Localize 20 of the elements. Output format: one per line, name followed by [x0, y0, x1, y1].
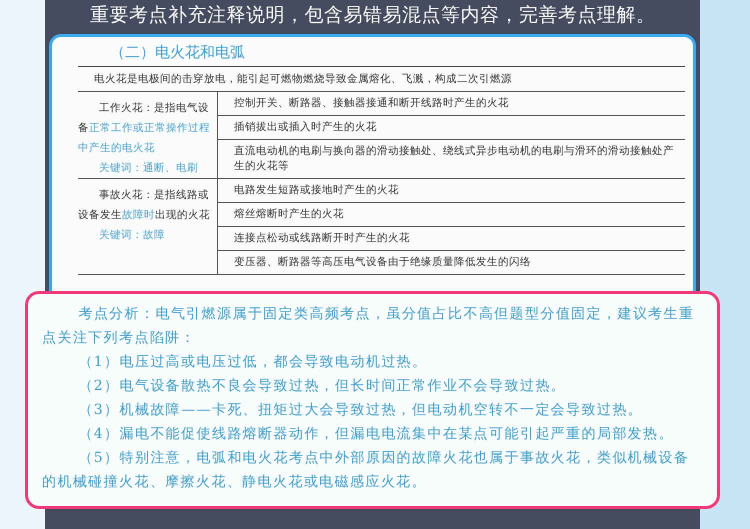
section-title: （二）电火花和电弧: [110, 42, 246, 63]
table-cell: 熔丝熔断时产生的火花: [218, 203, 685, 227]
row-label: 工作火花：是指电气设备正常工作或正常操作过程中产生的电火花: [78, 101, 211, 156]
table-cell-text: 变压器、断路器等高压电气设备由于绝缘质量降低发生的闪络: [233, 255, 532, 270]
keyword-label: 关键词：故障: [98, 228, 166, 243]
table-cell: 插销拔出或插入时产生的火花: [218, 116, 685, 140]
table-cell: 连接点松动或线路断开时产生的火花: [218, 227, 685, 251]
list-item: （4）漏电不能促使线路熔断器动作，但漏电电流集中在某点可能引起严重的局部发热。: [77, 425, 675, 444]
analysis-paragraph: 考点分析：电气引燃源属于固定类高频考点，虽分值占比不高但题型分值固定，建议考生重点关注下列考点陷阱：: [42, 305, 696, 348]
table-cell: 控制开关、断路器、接触器接通和断开线路时产生的火花: [218, 92, 685, 116]
list-item: （3）机械故障——卡死、扭矩过大会导致过热，但电动机空转不一定会导致过热。: [77, 401, 644, 420]
banner-heading: 重要考点补充注释说明，包含易错易混点等内容，完善考点理解。: [88, 3, 656, 28]
table-cell: 电路发生短路或接地时产生的火花: [218, 179, 685, 203]
table-cell-text: 直流电动机的电刷与换向器的滑动接触处、绕线式异步电动机的电刷与滑环的滑动接触处产生的火花等: [233, 144, 675, 174]
list-item: （5）特别注意，电弧和电火花考点中外部原因的故障火花也属于事故火花，类似机械设备的机械碰撞火花、摩擦火花、静电火花或电磁感应火花。: [42, 449, 690, 492]
list-item: （2）电气设备散热不良会导致过热，但长时间正常作业不会导致过热。: [77, 377, 568, 396]
row-label: 事故火花：是指线路或设备发生故障时出现的火花: [78, 188, 211, 223]
keyword-label: 关键词：通断、电刷: [98, 161, 199, 176]
list-item: （1）电压过高或电压过低，都会导致电动机过热。: [77, 353, 428, 372]
table-cell: 电火花是电极间的击穿放电，能引起可燃物燃烧导致金属熔化、飞溅，构成二次引燃源: [78, 67, 685, 92]
